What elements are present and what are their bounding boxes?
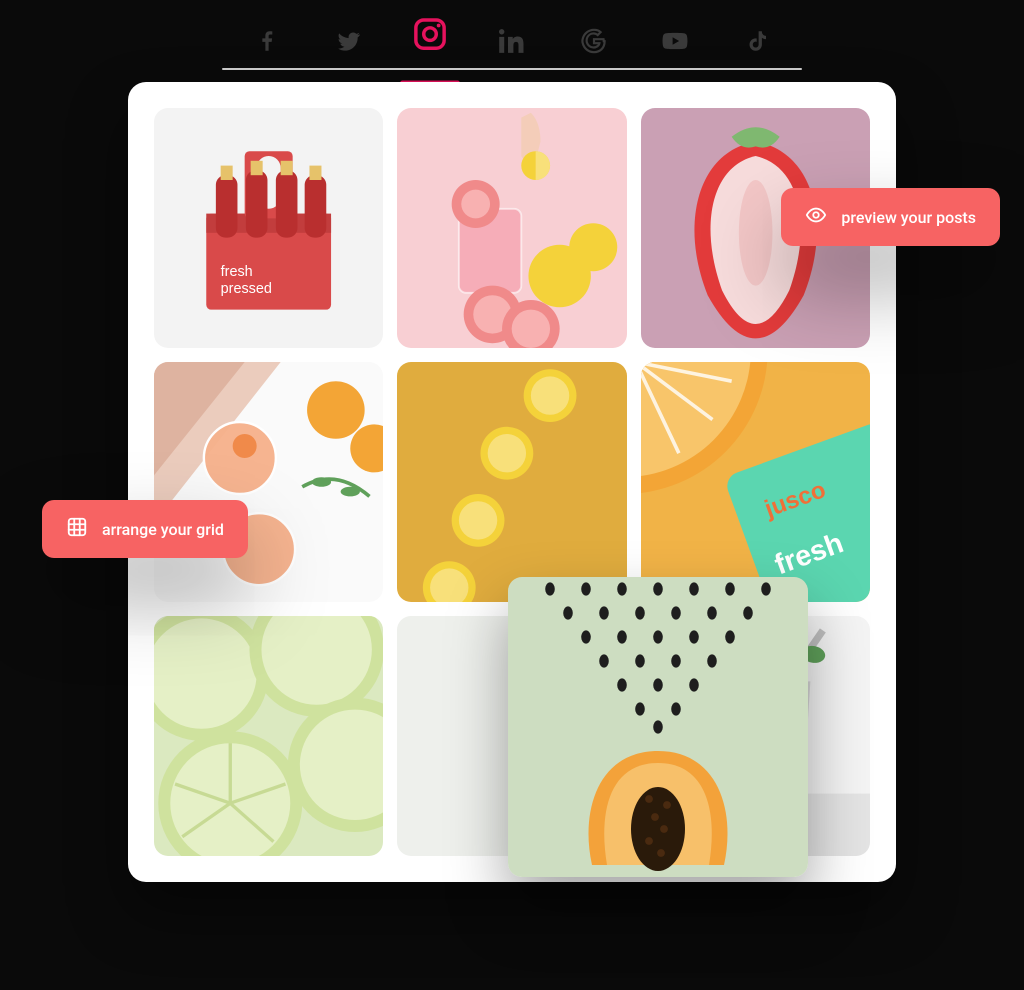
google-icon bbox=[581, 28, 607, 58]
grid-icon bbox=[66, 516, 88, 542]
grid-tile[interactable] bbox=[154, 616, 383, 856]
grid-tile[interactable] bbox=[397, 108, 626, 348]
tab-instagram[interactable] bbox=[380, 0, 482, 76]
youtube-icon bbox=[662, 28, 688, 58]
grid-tile[interactable]: jusco fresh bbox=[641, 362, 870, 602]
grid-tile[interactable]: fresh pressed bbox=[154, 108, 383, 348]
linkedin-icon bbox=[499, 28, 525, 58]
callout-label: preview your posts bbox=[841, 208, 976, 227]
tab-tiktok[interactable] bbox=[722, 16, 792, 70]
svg-text:fresh: fresh bbox=[221, 264, 253, 280]
svg-text:pressed: pressed bbox=[221, 281, 272, 297]
callout-arrange-grid[interactable]: arrange your grid bbox=[42, 500, 248, 558]
callout-preview-posts[interactable]: preview your posts bbox=[781, 188, 1000, 246]
eye-icon bbox=[805, 204, 827, 230]
twitter-icon bbox=[336, 28, 362, 58]
grid-tile[interactable] bbox=[397, 362, 626, 602]
tab-youtube[interactable] bbox=[640, 16, 710, 70]
grid-tile-dragging[interactable] bbox=[508, 577, 808, 877]
tab-facebook[interactable] bbox=[232, 16, 302, 70]
facebook-icon bbox=[254, 28, 280, 58]
social-tabs bbox=[222, 8, 802, 70]
instagram-icon bbox=[411, 15, 449, 59]
callout-label: arrange your grid bbox=[102, 520, 224, 539]
tab-google[interactable] bbox=[559, 16, 629, 70]
grid-tile[interactable] bbox=[154, 362, 383, 602]
tiktok-icon bbox=[744, 28, 770, 58]
tab-linkedin[interactable] bbox=[477, 16, 547, 70]
tab-twitter[interactable] bbox=[314, 16, 384, 70]
